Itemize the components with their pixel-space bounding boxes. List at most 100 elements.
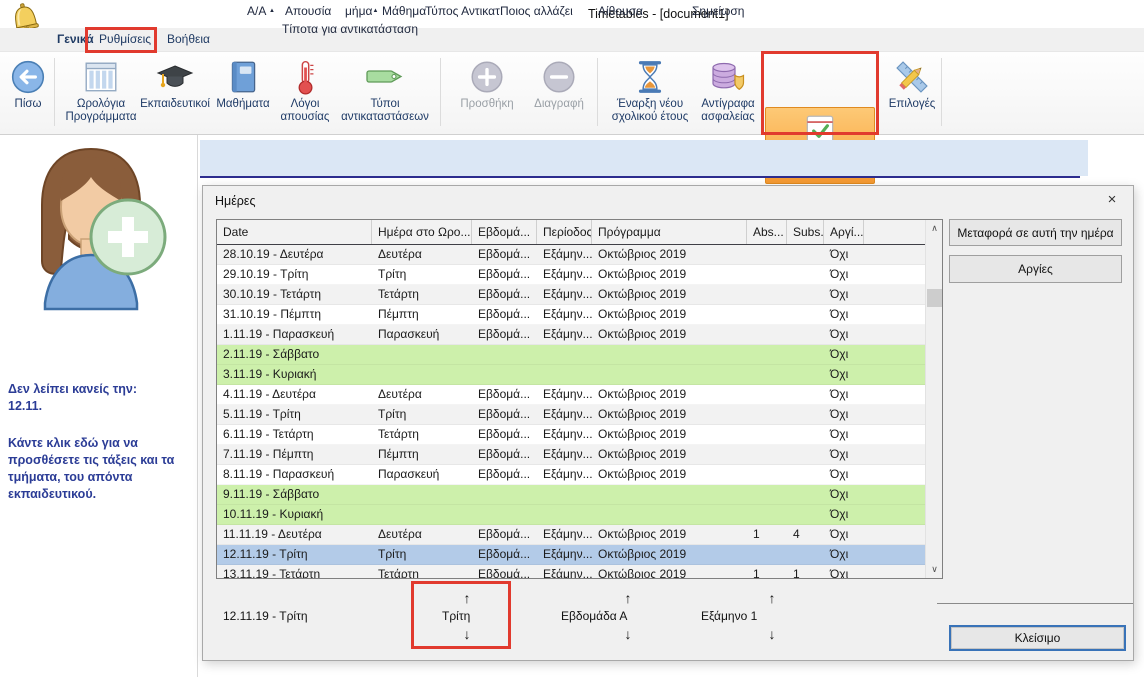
week-spinner-up-icon[interactable]: ↑ — [619, 589, 637, 607]
cell-abs: 1 — [747, 525, 787, 544]
cell-week: Εβδομά... — [472, 265, 537, 284]
table-row[interactable]: 5.11.19 - ΤρίτηΤρίτηΕβδομά...Εξάμην...Οκ… — [217, 405, 925, 425]
cell-subs — [787, 465, 824, 484]
table-row[interactable]: 29.10.19 - ΤρίτηΤρίτηΕβδομά...Εξάμην...Ο… — [217, 265, 925, 285]
table-row[interactable]: 7.11.19 - ΠέμπτηΠέμπτηΕβδομά...Εξάμην...… — [217, 445, 925, 465]
cell-period — [537, 505, 592, 524]
bg-column-id[interactable]: Α/Α ▲ — [247, 4, 275, 18]
col-holiday[interactable]: Αργί... — [824, 220, 864, 244]
cell-subs — [787, 305, 824, 324]
cell-period — [537, 365, 592, 384]
cell-day: Πέμπτη — [372, 445, 472, 464]
add-button[interactable]: Προσθήκη — [452, 56, 522, 111]
cell-day: Τετάρτη — [372, 565, 472, 579]
days-dialog: Ημέρες × Date Ημέρα στο Ωρο... Εβδομά...… — [202, 185, 1134, 661]
bg-column-substitution-type[interactable]: Τύπος Αντικατ. — [425, 4, 503, 18]
table-row[interactable]: 28.10.19 - ΔευτέραΔευτέραΕβδομά...Εξάμην… — [217, 245, 925, 265]
table-row[interactable]: 11.11.19 - ΔευτέραΔευτέραΕβδομά...Εξάμην… — [217, 525, 925, 545]
close-button[interactable]: Κλείσιμο — [951, 627, 1124, 649]
day-spinner-value: Τρίτη — [442, 609, 470, 623]
menu-item-general[interactable]: Γενικά — [57, 32, 94, 49]
new-school-year-button[interactable]: Έναρξη νέου σχολικού έτους — [604, 56, 696, 124]
table-row[interactable]: 4.11.19 - ΔευτέραΔευτέραΕβδομά...Εξάμην.… — [217, 385, 925, 405]
bg-column-subject[interactable]: Μάθημα — [382, 4, 426, 18]
cell-period: Εξάμην... — [537, 245, 592, 264]
toolbar-separator — [54, 58, 55, 126]
menu-item-settings[interactable]: Ρυθμίσεις — [99, 32, 151, 49]
col-absences[interactable]: Abs... — [747, 220, 787, 244]
options-button[interactable]: Επιλογές — [884, 56, 940, 111]
cell-abs — [747, 445, 787, 464]
sidebar-hint-text[interactable]: Κάντε κλικ εδώ για να προσθέσετε τις τάξ… — [8, 435, 190, 503]
plus-icon — [452, 56, 522, 98]
table-row[interactable]: 1.11.19 - ΠαρασκευήΠαρασκευήΕβδομά...Εξά… — [217, 325, 925, 345]
table-row[interactable]: 2.11.19 - ΣάββατοΌχι — [217, 345, 925, 365]
app-window: Timetables - [document1] -aSc- Γενικά Ρυ… — [0, 0, 1144, 677]
cell-day: Τετάρτη — [372, 285, 472, 304]
cell-subs — [787, 325, 824, 344]
minus-icon — [524, 56, 594, 98]
substitution-types-button[interactable]: Τύποι αντικαταστάσεων — [332, 56, 438, 124]
scroll-up-icon[interactable]: ∧ — [926, 220, 943, 237]
holidays-button[interactable]: Αργίες — [949, 255, 1122, 283]
table-row[interactable]: 9.11.19 - ΣάββατοΌχι — [217, 485, 925, 505]
back-icon — [6, 56, 50, 98]
cell-abs — [747, 345, 787, 364]
col-day-in-timetable[interactable]: Ημέρα στο Ωρο... — [372, 220, 472, 244]
cell-abs — [747, 265, 787, 284]
dialog-close-icon[interactable]: × — [1101, 190, 1123, 210]
day-spinner-down-icon[interactable]: ↓ — [458, 625, 476, 643]
transfer-to-day-button[interactable]: Μεταφορά σε αυτή την ημέρα — [949, 219, 1122, 246]
cell-program: Οκτώβριος 2019 — [592, 385, 747, 404]
absent-teacher-avatar[interactable] — [15, 143, 167, 341]
absence-reasons-button[interactable]: Λόγοι απουσίας — [272, 56, 338, 124]
bg-column-room[interactable]: Αίθουσα — [598, 4, 643, 18]
day-spinner-up-icon[interactable]: ↑ — [458, 589, 476, 607]
table-row[interactable]: 31.10.19 - ΠέμπτηΠέμπτηΕβδομά...Εξάμην..… — [217, 305, 925, 325]
cell-holiday: Όχι — [824, 245, 864, 264]
scroll-down-icon[interactable]: ∨ — [926, 561, 943, 578]
term-spinner-up-icon[interactable]: ↑ — [763, 589, 781, 607]
back-button[interactable]: Πίσω — [6, 56, 50, 111]
table-row[interactable]: 6.11.19 - ΤετάρτηΤετάρτηΕβδομά...Εξάμην.… — [217, 425, 925, 445]
table-row[interactable]: 3.11.19 - ΚυριακήΌχι — [217, 365, 925, 385]
week-spinner-down-icon[interactable]: ↓ — [619, 625, 637, 643]
cell-period: Εξάμην... — [537, 525, 592, 544]
term-spinner-down-icon[interactable]: ↓ — [763, 625, 781, 643]
menu-item-help[interactable]: Βοήθεια — [167, 32, 210, 49]
cell-week: Εβδομά... — [472, 465, 537, 484]
col-program[interactable]: Πρόγραμμα — [592, 220, 747, 244]
scrollbar-thumb[interactable] — [927, 289, 942, 307]
bg-column-absence[interactable]: Απουσία — [285, 4, 331, 18]
col-substitutions[interactable]: Subs... — [787, 220, 824, 244]
table-row[interactable]: 12.11.19 - ΤρίτηΤρίτηΕβδομά...Εξάμην...Ο… — [217, 545, 925, 565]
cell-holiday: Όχι — [824, 305, 864, 324]
table-row[interactable]: 13.11.19 - ΤετάρτηΤετάρτηΕβδομά...Εξάμην… — [217, 565, 925, 579]
col-period[interactable]: Περίοδος — [537, 220, 592, 244]
vertical-scrollbar[interactable]: ∧ ∨ — [925, 220, 942, 578]
bg-table-empty-text: Τίποτα για αντικατάσταση — [282, 22, 418, 36]
sort-asc-icon: ▲ — [269, 8, 275, 14]
delete-button[interactable]: Διαγραφή — [524, 56, 594, 111]
subjects-button[interactable]: Μαθήματα — [214, 56, 272, 111]
table-row[interactable]: 10.11.19 - ΚυριακήΌχι — [217, 505, 925, 525]
teachers-button[interactable]: Εκπαιδευτικοί — [130, 56, 220, 111]
cell-period: Εξάμην... — [537, 445, 592, 464]
cell-week — [472, 345, 537, 364]
cell-subs: 4 — [787, 525, 824, 544]
backups-button[interactable]: Αντίγραφα ασφαλείας — [694, 56, 762, 124]
toolbar-separator — [941, 58, 942, 126]
cell-holiday: Όχι — [824, 405, 864, 424]
col-date[interactable]: Date — [217, 220, 372, 244]
cell-abs — [747, 505, 787, 524]
table-row[interactable]: 8.11.19 - ΠαρασκευήΠαρασκευήΕβδομά...Εξά… — [217, 465, 925, 485]
bg-column-note[interactable]: Σημείωση — [692, 4, 744, 18]
cell-program: Οκτώβριος 2019 — [592, 405, 747, 424]
cell-program — [592, 365, 747, 384]
col-week[interactable]: Εβδομά... — [472, 220, 537, 244]
bg-column-who-changes[interactable]: Ποιος αλλάζει — [500, 4, 573, 18]
cell-day: Τρίτη — [372, 265, 472, 284]
table-row[interactable]: 30.10.19 - ΤετάρτηΤετάρτηΕβδομά...Εξάμην… — [217, 285, 925, 305]
cell-week: Εβδομά... — [472, 305, 537, 324]
bg-column-class[interactable]: μήμα▲ — [345, 4, 378, 18]
